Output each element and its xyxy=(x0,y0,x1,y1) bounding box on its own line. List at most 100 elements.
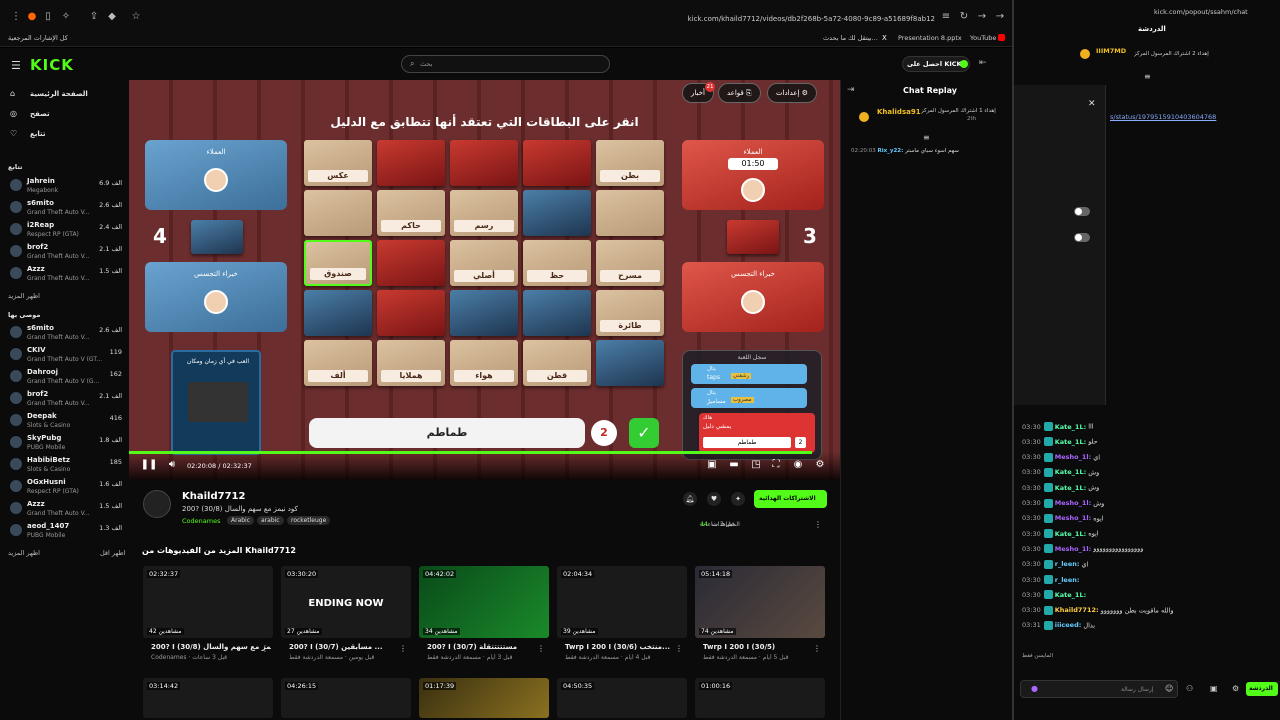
address-bar[interactable]: kick.com/khaild7712/videos/db2f268b-5a72… xyxy=(680,15,935,23)
theater-icon[interactable]: ▬ xyxy=(724,459,744,473)
sidebar-channel[interactable]: CKIV Grand Theft Auto V (GT... 119 xyxy=(8,346,122,368)
word-card[interactable]: طائرة xyxy=(596,290,664,336)
people-icon[interactable]: ⚇ xyxy=(1186,684,1193,693)
setting-toggle-2[interactable] xyxy=(1074,233,1090,242)
gift-box-icon[interactable]: ▣ xyxy=(1210,684,1218,693)
sidebar-channel[interactable]: Azzz Grand Theft Auto V... 1.5 الف xyxy=(8,265,122,287)
word-card[interactable] xyxy=(450,290,518,336)
video-title[interactable]: 200? I (30/7) مسابقين ... xyxy=(289,643,409,651)
sidebar-channel[interactable]: i2Reap Respect RP (GTA) 2.4 الف xyxy=(8,221,122,243)
video-thumbnail-row2[interactable]: 04:26:15 xyxy=(281,678,411,718)
mic-icon[interactable]: ● xyxy=(1031,684,1038,693)
sidebar-channel[interactable]: aeod_1407 PUBG Mobile 1.3 الف xyxy=(8,522,122,544)
word-card[interactable] xyxy=(523,140,591,186)
video-title[interactable]: Twrp I 200 I (30/5) xyxy=(703,643,823,651)
word-card[interactable]: رسم xyxy=(450,190,518,236)
channel-name[interactable]: Khaild7712 xyxy=(182,491,245,502)
word-card[interactable]: هواء xyxy=(450,340,518,386)
video-thumbnail[interactable]: 02:32:37 42 مشاهدين xyxy=(143,566,273,638)
message-user[interactable]: Mesho_1l: xyxy=(1055,499,1091,507)
chat-input[interactable]: ● إرسال رسالة ☺ xyxy=(1020,680,1178,698)
nav-following[interactable]: ♡ تتابع xyxy=(10,129,120,143)
setting-toggle-1[interactable] xyxy=(1074,207,1090,216)
tune-icon[interactable]: ≡ xyxy=(940,10,952,22)
word-card[interactable]: أصلي xyxy=(450,240,518,286)
video-player[interactable]: انقر على البطاقات التي تعتقد أنها تتطابق… xyxy=(129,80,840,480)
message-user[interactable]: iiiceed: xyxy=(1055,621,1082,629)
word-card[interactable]: ألف xyxy=(304,340,372,386)
word-card[interactable] xyxy=(377,140,445,186)
word-card[interactable] xyxy=(523,190,591,236)
message-user[interactable]: r_leen: xyxy=(1055,576,1080,584)
word-card[interactable] xyxy=(596,190,664,236)
show-more-following[interactable]: اظهر المزيد xyxy=(8,292,40,300)
bookmark-presentation[interactable]: Presentation 8.pptx xyxy=(898,34,962,42)
message-user[interactable]: Mesho_1l: xyxy=(1055,545,1091,553)
nav-home[interactable]: ⌂ الصفحة الرئيسية xyxy=(10,89,120,103)
sidebar-icon[interactable]: ▯ xyxy=(42,10,54,22)
word-card[interactable] xyxy=(450,140,518,186)
sidebar-channel[interactable]: Deepak Slots & Casino 416 xyxy=(8,412,122,434)
reload-icon[interactable]: ↻ xyxy=(958,10,970,22)
video-menu-icon[interactable]: ⋮ xyxy=(537,644,545,653)
cast-icon[interactable]: ◆ xyxy=(106,10,118,22)
video-thumbnail[interactable]: 02:04:34 39 مشاهدين xyxy=(557,566,687,638)
message-user[interactable]: Kate_1L: xyxy=(1055,484,1086,492)
video-thumbnail-row2[interactable]: 01:00:16 xyxy=(695,678,825,718)
message-user[interactable]: Mesho_1l: xyxy=(1055,514,1091,522)
sidebar-channel[interactable]: brof2 Grand Theft Auto V... 2.1 الف xyxy=(8,390,122,412)
message-user[interactable]: Khaild7712: xyxy=(1055,606,1099,614)
video-thumbnail[interactable]: 04:42:02 34 مشاهدين xyxy=(419,566,549,638)
category-link[interactable]: Codenames xyxy=(182,517,220,525)
get-kicks-button[interactable]: احصل على KICKs xyxy=(902,56,970,72)
word-card[interactable] xyxy=(304,290,372,336)
sidebar-channel[interactable]: Jahrein Megabonk 6.9 الف xyxy=(8,177,122,199)
status-link[interactable]: s/status/1979515910403604768 xyxy=(1110,113,1216,121)
channel-avatar[interactable] xyxy=(143,490,171,518)
video-thumbnail[interactable]: 03:30:20 27 مشاهدين ENDING NOW xyxy=(281,566,411,638)
close-overlay-icon[interactable]: ✕ xyxy=(1088,99,1096,109)
bookmark-star-icon[interactable]: ☆ xyxy=(130,10,142,22)
pip-icon[interactable]: ◳ xyxy=(746,459,766,473)
video-menu-icon[interactable]: ⋮ xyxy=(675,644,683,653)
message-user[interactable]: Kate_1L: xyxy=(1055,438,1086,446)
back-icon[interactable]: → xyxy=(994,10,1006,22)
message-user[interactable]: Kate_1L: xyxy=(1055,423,1086,431)
tag-rocketleuge[interactable]: rocketleuge xyxy=(287,516,331,525)
video-thumbnail-row2[interactable]: 01:17:39 xyxy=(419,678,549,718)
volume-icon[interactable]: 🔊︎ xyxy=(162,459,182,473)
video-title[interactable]: Twrp I 200 I (30/6) منتخب... xyxy=(565,643,685,651)
video-title[interactable]: 200? I (30/7) مستتتتتقلة xyxy=(427,643,547,651)
sidebar-channel[interactable]: OGxHusni Respect RP (GTA) 1.6 الف xyxy=(8,478,122,500)
word-card[interactable]: عكس xyxy=(304,140,372,186)
nav-browse[interactable]: ◎ تصفح xyxy=(10,109,120,123)
sidebar-channel[interactable]: s6mito Grand Theft Auto V... 2.6 الف xyxy=(8,199,122,221)
rules-button[interactable]: قواعد ⎘ xyxy=(718,83,761,103)
word-card[interactable] xyxy=(377,290,445,336)
send-chat-button[interactable]: الدردشة xyxy=(1246,682,1278,696)
extension-icon[interactable]: ● xyxy=(26,10,38,22)
tag-arabic[interactable]: Arabic xyxy=(227,516,255,525)
video-thumbnail[interactable]: 05:14:18 74 مشاهدين xyxy=(695,566,825,638)
menu-dots-icon[interactable]: ⋮ xyxy=(10,10,22,22)
video-menu-icon[interactable]: ⋮ xyxy=(399,644,407,653)
bookmark-all[interactable]: كل الإشارات المرجعية xyxy=(8,34,68,42)
word-card[interactable]: صندوق xyxy=(304,240,372,286)
sidebar-channel[interactable]: SkyPubg PUBG Mobile 1.8 الف xyxy=(8,434,122,456)
word-card[interactable]: قطن xyxy=(523,340,591,386)
sidebar-channel[interactable]: s6mito Grand Theft Auto V... 2.6 الف xyxy=(8,324,122,346)
word-card[interactable] xyxy=(523,290,591,336)
sidebar-channel[interactable]: Dahrooj Grand Theft Auto V (G... 162 xyxy=(8,368,122,390)
confirm-clue-button[interactable]: ✓ xyxy=(629,418,659,448)
hamburger-menu-icon[interactable]: ☰ xyxy=(11,59,21,72)
settings-gear-icon[interactable]: ⚙ xyxy=(810,459,830,473)
word-card[interactable]: حظ xyxy=(523,240,591,286)
video-title[interactable]: 200? I (30/8) كود نيمز مع سهم والسال xyxy=(151,643,271,651)
kick-logo[interactable]: KICK xyxy=(30,56,74,74)
speed-icon[interactable]: ◉ xyxy=(788,459,808,473)
message-user[interactable]: Kate_1L: xyxy=(1055,591,1086,599)
fullscreen-icon[interactable]: ⛶ xyxy=(766,459,786,473)
more-options-icon[interactable]: ⋮ xyxy=(814,520,822,529)
popout-url[interactable]: kick.com/popout/ssahm/chat xyxy=(1154,8,1248,16)
collapse-icon[interactable]: ⇤ xyxy=(979,58,987,68)
